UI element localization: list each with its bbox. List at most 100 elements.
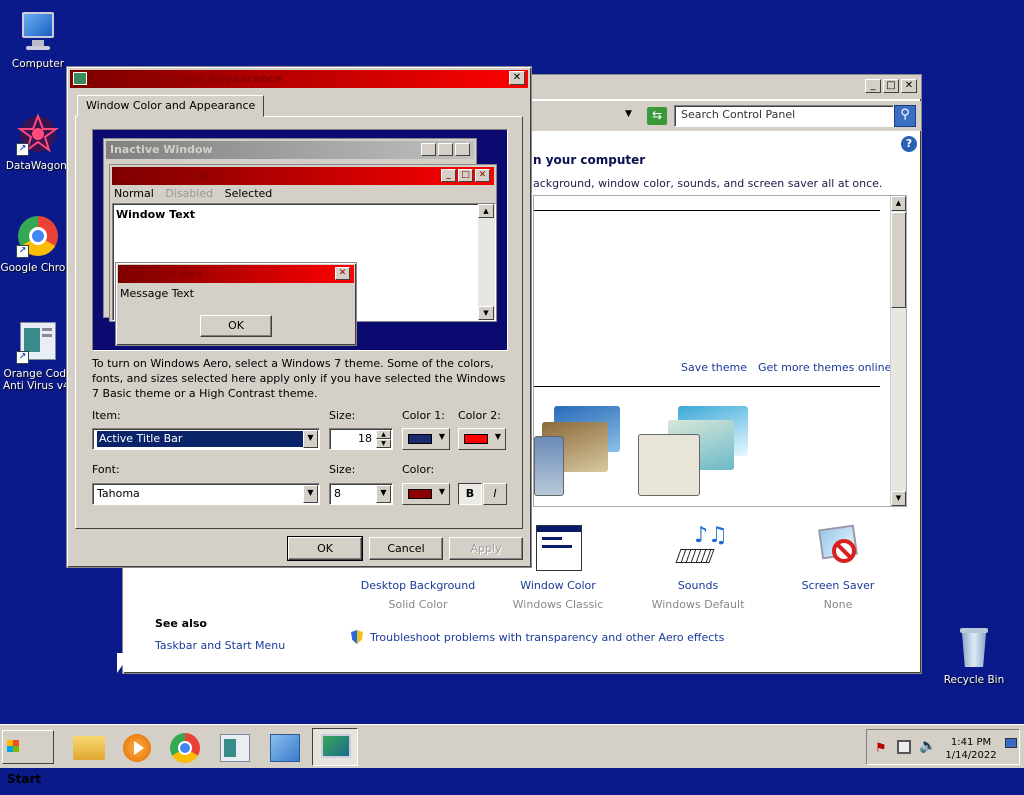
taskbar-display-settings[interactable] bbox=[312, 728, 358, 766]
system-tray: ⚑ 🔈 1:41 PM 1/14/2022 bbox=[866, 729, 1020, 765]
network-icon[interactable] bbox=[897, 740, 911, 754]
spin-up-icon[interactable]: ▲ bbox=[376, 430, 391, 439]
taskbar: Start ⚑ 🔈 1:41 PM 1/14/2022 bbox=[0, 724, 1024, 786]
desktop-icon-label: Orange Code Anti Virus v4. bbox=[2, 368, 74, 392]
refresh-icon[interactable]: ⇆ bbox=[647, 107, 667, 125]
color1-label: Color 1: bbox=[402, 409, 445, 422]
taskbar-antivirus[interactable] bbox=[212, 728, 258, 766]
desktop-background-label: Desktop Background bbox=[360, 579, 476, 592]
see-also-heading: See also bbox=[155, 617, 207, 630]
scroll-down-icon[interactable]: ▼ bbox=[891, 491, 906, 506]
preview-menu-bar: Normal Disabled Selected bbox=[114, 187, 272, 200]
theme-thumbnail-nature[interactable] bbox=[638, 406, 758, 498]
folder-icon bbox=[73, 736, 105, 760]
font-color-picker[interactable]: ▼ bbox=[402, 483, 450, 505]
color2-swatch bbox=[464, 434, 488, 444]
active-window-title: Active Window bbox=[116, 169, 208, 182]
bold-toggle[interactable]: B bbox=[458, 483, 482, 505]
message-text: Message Text bbox=[120, 287, 194, 300]
taskbar-control-panel[interactable] bbox=[262, 728, 308, 766]
preview-message-box: Message Box ✕ Message Text OK bbox=[115, 262, 357, 346]
dialog-title: Window Color and Appearance bbox=[92, 72, 283, 85]
search-input[interactable]: Search Control Panel bbox=[674, 105, 894, 127]
screen-saver-item[interactable]: Screen Saver None bbox=[773, 524, 903, 611]
desktop-icon-orange-code[interactable]: ↗ Orange Code Anti Virus v4. bbox=[0, 320, 76, 392]
close-button[interactable]: ✕ bbox=[509, 71, 525, 85]
taskbar-start-menu-link[interactable]: Taskbar and Start Menu bbox=[155, 639, 285, 652]
apply-button[interactable]: Apply bbox=[449, 537, 523, 560]
font-select[interactable]: Tahoma ▼ bbox=[92, 483, 320, 505]
font-color-label: Color: bbox=[402, 463, 435, 476]
scroll-up-icon[interactable]: ▲ bbox=[891, 196, 906, 211]
maximize-button[interactable]: □ bbox=[883, 79, 899, 93]
screen-saver-icon bbox=[814, 524, 862, 573]
preview-scrollbar: ▲ ▼ bbox=[478, 204, 495, 320]
start-button[interactable]: Start bbox=[2, 730, 54, 786]
cancel-button[interactable]: Cancel bbox=[369, 537, 443, 560]
control-panel-icon bbox=[270, 734, 300, 762]
search-icon[interactable]: ⚲ bbox=[894, 105, 916, 127]
sounds-icon: ♪♫ bbox=[674, 525, 728, 573]
dialog-titlebar[interactable]: Window Color and Appearance ✕ bbox=[70, 70, 528, 88]
item-select-value: Active Title Bar bbox=[97, 431, 305, 447]
save-theme-link[interactable]: Save theme bbox=[681, 361, 747, 374]
desktop-icon-recycle-bin[interactable]: Recycle Bin bbox=[936, 626, 1012, 686]
color1-picker[interactable]: ▼ bbox=[402, 428, 450, 450]
minimize-button[interactable]: _ bbox=[865, 79, 881, 93]
item-select[interactable]: Active Title Bar ▼ bbox=[92, 428, 320, 450]
scroll-thumb[interactable] bbox=[891, 212, 906, 308]
show-desktop-icon[interactable] bbox=[1005, 738, 1017, 748]
sounds-value: Windows Default bbox=[651, 598, 745, 611]
taskbar-chrome[interactable] bbox=[162, 728, 208, 766]
desktop-icon-chrome[interactable]: ↗ Google Chrom bbox=[0, 214, 76, 274]
close-button[interactable]: ✕ bbox=[901, 79, 917, 93]
desktop-icon-computer[interactable]: Computer bbox=[0, 10, 76, 70]
item-size-value: 18 bbox=[358, 432, 372, 445]
font-size-select[interactable]: 8 ▼ bbox=[329, 483, 393, 505]
chevron-down-icon: ▼ bbox=[438, 487, 445, 496]
troubleshoot-link[interactable]: Troubleshoot problems with transparency … bbox=[370, 631, 724, 644]
clock-time: 1:41 PM bbox=[950, 737, 992, 748]
font-label: Font: bbox=[92, 463, 120, 476]
italic-toggle[interactable]: I bbox=[483, 483, 507, 505]
chevron-down-icon: ▼ bbox=[494, 432, 501, 441]
item-size-spinner[interactable]: 18 ▲ ▼ bbox=[329, 428, 393, 450]
chevron-down-icon[interactable]: ▼ bbox=[376, 485, 391, 503]
clock[interactable]: 1:41 PM 1/14/2022 bbox=[943, 736, 999, 762]
desktop-icon-datawagon[interactable]: ↗ DataWagon. bbox=[0, 112, 76, 172]
display-icon bbox=[321, 734, 351, 758]
spin-down-icon[interactable]: ▼ bbox=[376, 439, 391, 448]
menu-normal: Normal bbox=[114, 187, 154, 200]
volume-icon[interactable]: 🔈 bbox=[919, 738, 936, 754]
taskbar-explorer[interactable] bbox=[66, 728, 112, 766]
window-color-icon bbox=[534, 525, 582, 573]
chevron-down-icon[interactable]: ▼ bbox=[303, 485, 318, 503]
sounds-item[interactable]: ♪♫ Sounds Windows Default bbox=[633, 525, 763, 612]
aero-info-text: To turn on Windows Aero, select a Window… bbox=[92, 357, 506, 400]
appearance-preview: Inactive Window _ □ ✕ Active Window _ □ ✕ No… bbox=[92, 129, 508, 351]
help-icon[interactable]: ? bbox=[901, 136, 917, 152]
window-text: Window Text bbox=[116, 208, 196, 221]
font-size-value: 8 bbox=[334, 487, 341, 500]
desktop-icon-label: Recycle Bin bbox=[943, 674, 1005, 686]
chevron-down-icon[interactable]: ▼ bbox=[303, 430, 318, 448]
taskbar-media-player[interactable] bbox=[114, 728, 160, 766]
page-description: ackground, window color, sounds, and scr… bbox=[533, 177, 883, 190]
theme-list: Save theme Get more themes online ▲ ▼ bbox=[533, 195, 907, 507]
get-more-themes-link[interactable]: Get more themes online bbox=[758, 361, 891, 374]
window-color-value: Windows Classic bbox=[512, 598, 604, 611]
tab-window-color[interactable]: Window Color and Appearance bbox=[77, 95, 265, 117]
window-color-dialog: Window Color and Appearance ✕ Window Col… bbox=[66, 66, 532, 568]
sounds-label: Sounds bbox=[677, 579, 719, 592]
action-center-flag-icon[interactable]: ⚑ bbox=[875, 741, 887, 756]
theme-thumbnail-landscapes[interactable] bbox=[534, 406, 630, 498]
address-dropdown-icon[interactable]: ▼ bbox=[625, 109, 632, 119]
window-color-label: Window Color bbox=[520, 579, 596, 592]
item-label: Item: bbox=[92, 409, 121, 422]
chevron-down-icon: ▼ bbox=[438, 432, 445, 441]
ok-button[interactable]: OK bbox=[287, 536, 363, 561]
screen-saver-value: None bbox=[823, 598, 853, 611]
theme-list-scrollbar[interactable]: ▲ ▼ bbox=[890, 196, 906, 506]
color2-picker[interactable]: ▼ bbox=[458, 428, 506, 450]
chrome-icon: ↗ bbox=[16, 214, 60, 258]
